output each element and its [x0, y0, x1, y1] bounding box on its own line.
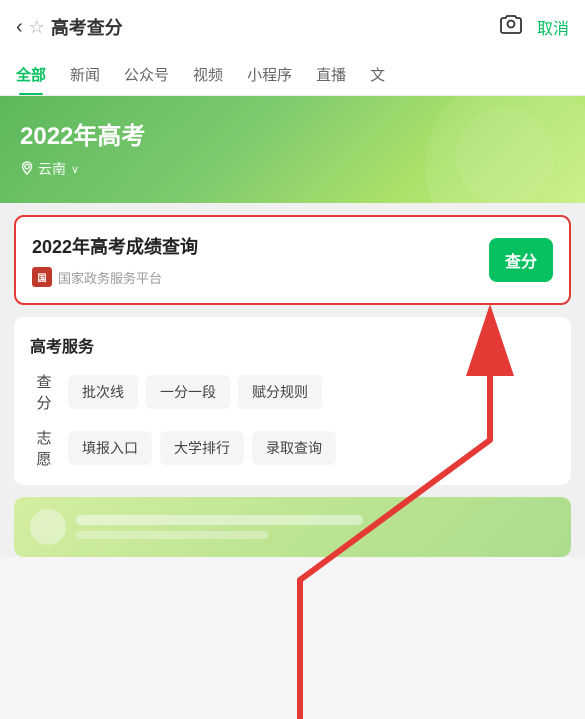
query-button[interactable]: 查分	[489, 238, 553, 282]
tab-live[interactable]: 直播	[304, 54, 358, 95]
chevron-down-icon: ∨	[71, 163, 79, 176]
hint-circle	[30, 509, 66, 545]
star-icon[interactable]: ☆	[29, 17, 45, 38]
row-label-2: 志愿	[30, 427, 58, 469]
source-logo: 国	[32, 267, 52, 287]
tab-news[interactable]: 新闻	[58, 54, 112, 95]
main-content: 2022年高考 云南 ∨ 2022年高考成绩查询 国	[0, 96, 585, 557]
hero-title: 2022年高考	[20, 116, 565, 151]
services-row-1: 查分 批次线 一分一段 赋分规则	[30, 371, 555, 413]
back-icon[interactable]: ‹	[16, 16, 23, 39]
tab-article[interactable]: 文	[358, 54, 397, 95]
services-title: 高考服务	[30, 333, 555, 357]
service-tags-1: 批次线 一分一段 赋分规则	[68, 375, 555, 409]
svg-text:国: 国	[37, 273, 46, 283]
top-bar-left: ‹ ☆ 高考查分	[16, 14, 123, 40]
result-card-left: 2022年高考成绩查询 国 国家政务服务平台	[32, 233, 477, 287]
tab-bar: 全部 新闻 公众号 视频 小程序 直播 文	[0, 54, 585, 96]
hint-line-1	[76, 515, 363, 525]
page-title: 高考查分	[51, 14, 123, 40]
result-source: 国 国家政务服务平台	[32, 267, 477, 287]
hint-line-2	[76, 531, 268, 539]
tag-score-rule[interactable]: 赋分规则	[238, 375, 322, 409]
tab-official[interactable]: 公众号	[112, 54, 181, 95]
source-name: 国家政务服务平台	[58, 268, 162, 287]
result-card-title: 2022年高考成绩查询	[32, 233, 477, 259]
tab-miniprogram[interactable]: 小程序	[235, 54, 304, 95]
tab-video[interactable]: 视频	[181, 54, 235, 95]
tag-admission[interactable]: 录取查询	[252, 431, 336, 465]
tag-batch-line[interactable]: 批次线	[68, 375, 138, 409]
tag-fill-form[interactable]: 填报入口	[68, 431, 152, 465]
hero-location[interactable]: 云南 ∨	[20, 159, 565, 179]
hint-lines	[76, 515, 555, 539]
cancel-button[interactable]: 取消	[537, 15, 569, 39]
tab-all[interactable]: 全部	[4, 54, 58, 95]
bottom-hint-card	[14, 497, 571, 557]
location-pin-icon	[20, 161, 34, 178]
result-card: 2022年高考成绩查询 国 国家政务服务平台 查分	[14, 215, 571, 305]
location-text: 云南	[38, 159, 66, 179]
tag-uni-rank[interactable]: 大学排行	[160, 431, 244, 465]
top-bar: ‹ ☆ 高考查分 取消	[0, 0, 585, 54]
hero-card: 2022年高考 云南 ∨	[0, 96, 585, 203]
services-card: 高考服务 查分 批次线 一分一段 赋分规则 志愿 填报入口 大学排行 录取查询	[14, 317, 571, 485]
row-label-1: 查分	[30, 371, 58, 413]
service-tags-2: 填报入口 大学排行 录取查询	[68, 431, 555, 465]
services-row-2: 志愿 填报入口 大学排行 录取查询	[30, 427, 555, 469]
camera-icon[interactable]	[499, 12, 523, 42]
tag-score-segment[interactable]: 一分一段	[146, 375, 230, 409]
top-bar-right: 取消	[499, 12, 569, 42]
